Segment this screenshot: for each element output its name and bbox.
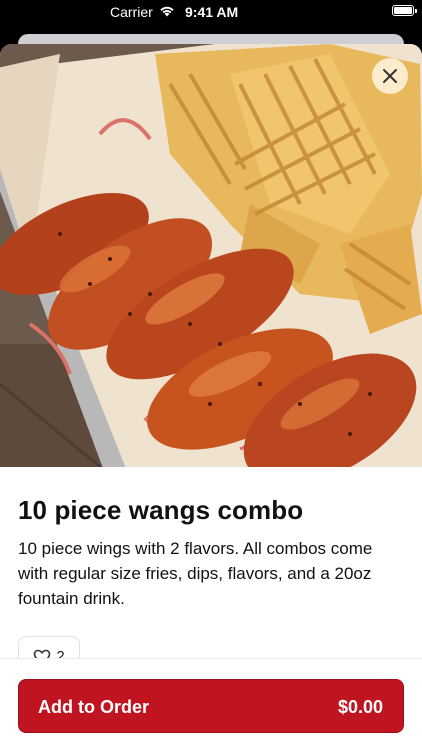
add-to-order-label: Add to Order bbox=[38, 697, 149, 717]
item-description: 10 piece wings with 2 flavors. All combo… bbox=[18, 539, 373, 608]
item-title: 10 piece wangs combo bbox=[18, 495, 304, 525]
wifi-icon bbox=[159, 4, 175, 20]
status-time: 9:41 AM bbox=[185, 4, 239, 20]
status-bar: Carrier 9:41 AM bbox=[0, 0, 422, 24]
order-price: $0.00 bbox=[337, 697, 383, 717]
carrier-label: Carrier bbox=[110, 4, 153, 20]
battery-icon bbox=[392, 5, 417, 16]
bottom-action-bar: Add to Order $0.00 bbox=[0, 658, 422, 750]
item-photo bbox=[0, 44, 422, 467]
close-icon bbox=[383, 69, 397, 83]
carrier-group: Carrier bbox=[110, 4, 175, 20]
add-to-order-button[interactable]: Add to Order $0.00 bbox=[18, 679, 404, 733]
item-detail-sheet: 10 piece wangs combo 10 piece wings with… bbox=[0, 44, 422, 750]
close-button[interactable] bbox=[372, 58, 408, 94]
